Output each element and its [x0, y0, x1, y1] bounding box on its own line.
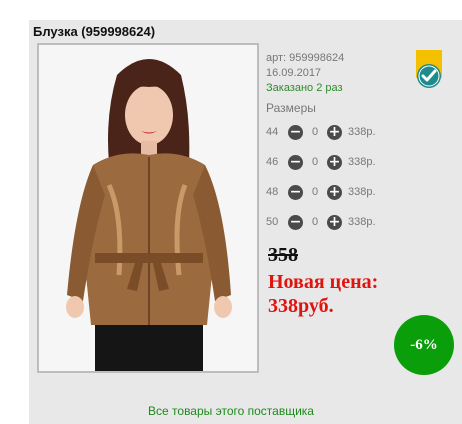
size-price: 338р. — [348, 156, 376, 168]
new-price-label: Новая цена: — [268, 271, 379, 293]
minus-icon[interactable]: − — [288, 184, 303, 200]
size-row: 44 − 0 + 338р. — [266, 124, 376, 140]
sizes-heading: Размеры — [266, 101, 316, 115]
minus-icon[interactable]: − — [288, 154, 303, 170]
size-label: 46 — [266, 156, 279, 168]
new-price-value: 338руб. — [268, 295, 334, 317]
new-price-block: Новая цена: 338руб. — [268, 270, 378, 318]
supplier-link-container: Все товары этого поставщика — [0, 402, 462, 420]
plus-icon[interactable]: + — [327, 154, 342, 170]
size-quantity: 0 — [311, 156, 319, 168]
discount-badge: -6% — [394, 315, 454, 375]
product-photo-image — [39, 45, 257, 371]
product-info: арт: 959998624 16.09.2017 Заказано 2 раз — [266, 51, 344, 96]
product-date: 16.09.2017 — [266, 67, 322, 79]
minus-icon[interactable]: − — [288, 124, 303, 140]
plus-icon[interactable]: + — [327, 124, 342, 140]
size-quantity: 0 — [311, 186, 319, 198]
product-title: Блузка (959998624) — [33, 24, 156, 39]
plus-icon[interactable]: + — [327, 184, 342, 200]
size-price: 338р. — [348, 126, 376, 138]
size-label: 48 — [266, 186, 279, 198]
product-photo[interactable] — [37, 43, 259, 373]
size-quantity: 0 — [311, 216, 319, 228]
size-price: 338р. — [348, 186, 376, 198]
size-row: 48 − 0 + 338р. — [266, 184, 376, 200]
size-row: 50 − 0 + 338р. — [266, 214, 376, 230]
supplier-products-link[interactable]: Все товары этого поставщика — [148, 404, 314, 418]
size-row: 46 − 0 + 338р. — [266, 154, 376, 170]
size-label: 44 — [266, 126, 279, 138]
article-number: арт: 959998624 — [266, 52, 345, 64]
size-quantity: 0 — [311, 126, 319, 138]
plus-icon[interactable]: + — [327, 214, 342, 230]
size-label: 50 — [266, 216, 279, 228]
old-price: 358 — [268, 244, 298, 266]
verified-badge-icon — [416, 50, 442, 90]
size-price: 338р. — [348, 216, 376, 228]
minus-icon[interactable]: − — [288, 214, 303, 230]
order-count: Заказано 2 раз — [266, 82, 343, 94]
